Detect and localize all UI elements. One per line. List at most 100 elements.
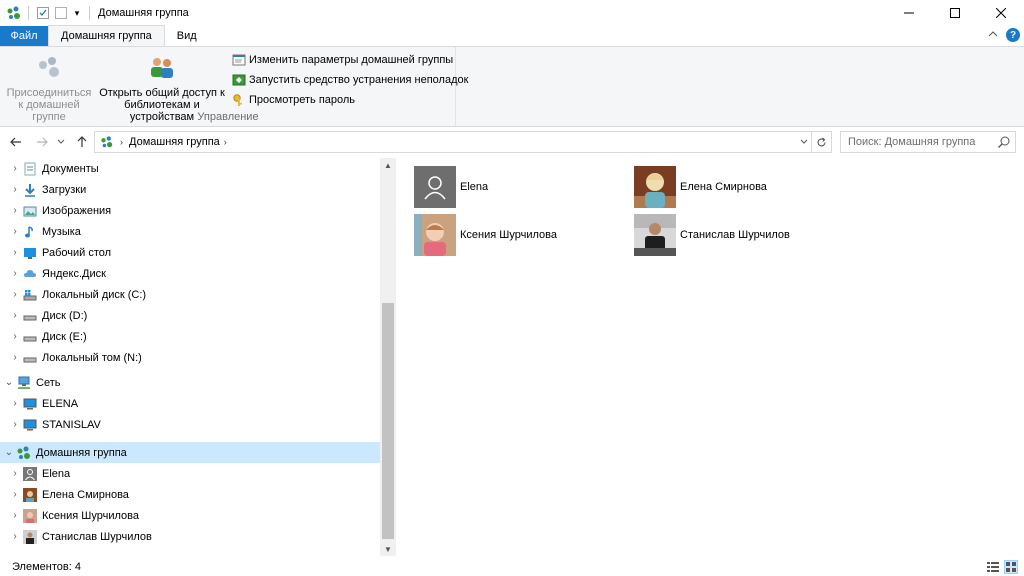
member-tile-stanislav[interactable]: Станислав Шурчилов <box>634 214 854 256</box>
search-icon[interactable] <box>997 135 1011 149</box>
status-bar: Элементов: 4 <box>0 558 1024 576</box>
tab-homegroup[interactable]: Домашняя группа <box>48 25 165 46</box>
desktop-icon <box>22 245 38 261</box>
expand-chevron-icon[interactable]: › <box>8 268 22 279</box>
troubleshooter-button[interactable]: Запустить средство устранения неполадок <box>232 72 468 88</box>
breadcrumb-separator-icon[interactable]: › <box>120 137 123 147</box>
expand-chevron-icon[interactable]: › <box>8 310 22 321</box>
expand-chevron-icon[interactable]: › <box>8 205 22 216</box>
tree-item-drive-e[interactable]: › Диск (E:) <box>0 326 380 347</box>
search-input[interactable]: Поиск: Домашняя группа <box>840 131 1016 153</box>
tree-item-yandex-disk[interactable]: › Яндекс.Диск <box>0 263 380 284</box>
system-drive-icon <box>22 287 38 303</box>
expand-chevron-icon[interactable]: › <box>8 531 22 542</box>
refresh-icon[interactable] <box>811 132 831 152</box>
drive-icon <box>22 350 38 366</box>
music-icon <box>22 224 38 240</box>
expand-chevron-icon[interactable]: › <box>8 247 22 258</box>
downloads-icon <box>22 182 38 198</box>
tree-item-stanislav-pc[interactable]: › STANISLAV <box>0 414 380 435</box>
scrollbar-thumb[interactable] <box>382 303 394 539</box>
navigation-pane: › Документы › Загрузки › Изображения › М… <box>0 158 396 556</box>
tab-view[interactable]: Вид <box>165 26 209 46</box>
breadcrumb-separator-icon[interactable]: › <box>224 137 227 147</box>
properties-icon[interactable] <box>35 5 51 21</box>
tree-item-member-elena-smirnova[interactable]: › Елена Смирнова <box>0 484 380 505</box>
details-view-icon[interactable] <box>986 560 1000 574</box>
ribbon-tabs: Файл Домашняя группа Вид ? <box>0 25 1024 46</box>
network-icon <box>16 375 32 391</box>
new-folder-icon[interactable] <box>53 5 69 21</box>
large-icons-view-icon[interactable] <box>1004 560 1018 574</box>
separator <box>89 6 90 20</box>
tree-item-network[interactable]: ⌄ Сеть <box>0 372 380 393</box>
expand-chevron-icon[interactable]: › <box>8 489 22 500</box>
expand-chevron-icon[interactable]: › <box>8 468 22 479</box>
scroll-up-arrow-icon[interactable]: ▲ <box>380 158 396 172</box>
breadcrumb[interactable]: Домашняя группа <box>129 136 220 148</box>
expand-chevron-icon[interactable]: › <box>8 419 22 430</box>
tree-item-music[interactable]: › Музыка <box>0 221 380 242</box>
tree-item-drive-n[interactable]: › Локальный том (N:) <box>0 347 380 368</box>
tree-item-drive-d[interactable]: › Диск (D:) <box>0 305 380 326</box>
navigation-bar: › Домашняя группа › Поиск: Домашняя груп… <box>0 130 1024 154</box>
back-arrow-icon[interactable] <box>6 131 26 153</box>
expand-chevron-icon[interactable]: › <box>8 352 22 363</box>
key-icon <box>232 93 246 107</box>
tree-item-desktop[interactable]: › Рабочий стол <box>0 242 380 263</box>
computer-icon <box>22 396 38 412</box>
expand-chevron-icon[interactable]: › <box>8 398 22 409</box>
tree-item-member-ksenia[interactable]: › Ксения Шурчилова <box>0 505 380 526</box>
member-tile-elena[interactable]: Elena <box>414 166 634 208</box>
ribbon-group-manage: Присоединиться к домашней группе Открыть… <box>0 47 468 126</box>
share-users-icon <box>146 51 178 83</box>
drive-icon <box>22 308 38 324</box>
tree-item-member-elena[interactable]: › Elena <box>0 463 380 484</box>
expand-chevron-icon[interactable]: › <box>8 163 22 174</box>
address-history-chevron-icon[interactable] <box>797 132 811 152</box>
change-settings-button[interactable]: Изменить параметры домашней группы <box>232 52 468 68</box>
tree-item-homegroup[interactable]: ⌄ Домашняя группа <box>0 442 380 463</box>
collapse-chevron-icon[interactable]: ⌄ <box>2 447 16 458</box>
member-tile-ksenia[interactable]: Ксения Шурчилова <box>414 214 634 256</box>
customize-toolbar-chevron-icon[interactable]: ▾ <box>71 8 83 19</box>
expand-chevron-icon[interactable]: › <box>8 226 22 237</box>
items-count: Элементов: 4 <box>12 561 81 573</box>
close-button[interactable] <box>978 0 1024 26</box>
collapse-ribbon-chevron-icon[interactable] <box>988 29 998 41</box>
navigation-pane-scrollbar[interactable]: ▲ ▼ <box>380 158 396 556</box>
homegroup-icon <box>6 5 22 21</box>
ribbon: Присоединиться к домашней группе Открыть… <box>0 46 1024 127</box>
scroll-down-arrow-icon[interactable]: ▼ <box>380 542 396 556</box>
collapse-chevron-icon[interactable]: ⌄ <box>2 377 16 388</box>
quick-access-toolbar: ▾ <box>0 0 94 26</box>
user-photo-icon <box>634 214 676 256</box>
expand-chevron-icon[interactable]: › <box>8 289 22 300</box>
expand-chevron-icon[interactable]: › <box>8 331 22 342</box>
tree-item-elena-pc[interactable]: › ELENA <box>0 393 380 414</box>
ribbon-group-label: Управление <box>197 111 259 123</box>
tree-item-pictures[interactable]: › Изображения <box>0 200 380 221</box>
tab-file[interactable]: Файл <box>0 26 48 46</box>
help-icon[interactable]: ? <box>1006 28 1020 42</box>
tree-item-member-stanislav[interactable]: › Станислав Шурчилов <box>0 526 380 547</box>
expand-chevron-icon[interactable]: › <box>8 510 22 521</box>
maximize-button[interactable] <box>932 0 978 26</box>
member-tile-elena-smirnova[interactable]: Елена Смирнова <box>634 166 854 208</box>
forward-arrow-icon[interactable] <box>32 131 52 153</box>
recent-locations-chevron-icon[interactable] <box>54 131 68 153</box>
user-photo-icon <box>22 529 38 545</box>
drive-icon <box>22 329 38 345</box>
view-password-button[interactable]: Просмотреть пароль <box>232 92 468 108</box>
minimize-button[interactable] <box>886 0 932 26</box>
address-bar[interactable]: › Домашняя группа › <box>94 131 832 153</box>
tree-item-documents[interactable]: › Документы <box>0 158 380 179</box>
homegroup-icon <box>98 133 116 151</box>
documents-icon <box>22 161 38 177</box>
expand-chevron-icon[interactable]: › <box>8 184 22 195</box>
troubleshoot-icon <box>232 73 246 87</box>
homegroup-icon <box>16 445 32 461</box>
tree-item-drive-c[interactable]: › Локальный диск (C:) <box>0 284 380 305</box>
up-arrow-icon[interactable] <box>72 131 92 153</box>
tree-item-downloads[interactable]: › Загрузки <box>0 179 380 200</box>
